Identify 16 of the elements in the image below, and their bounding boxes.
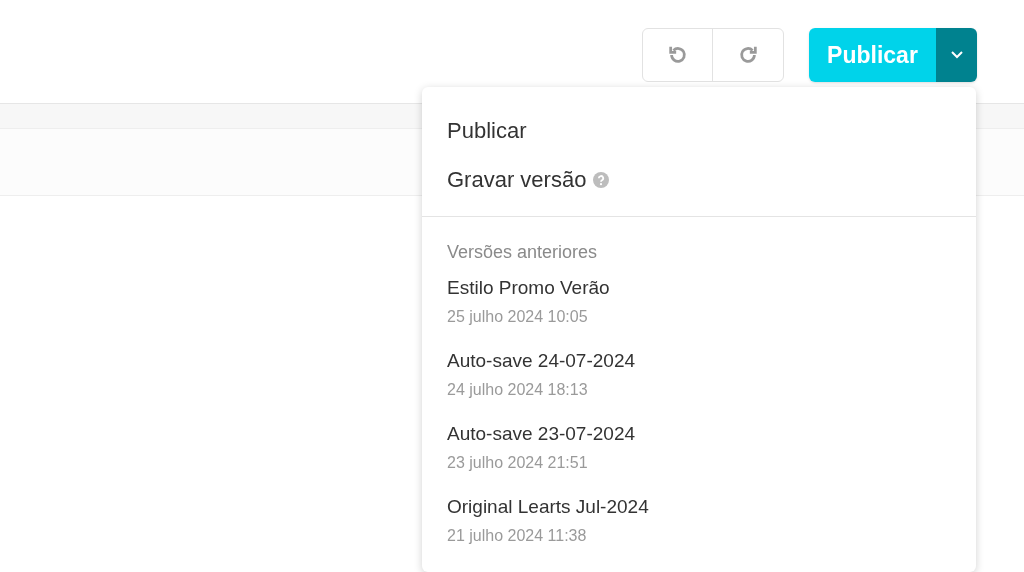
version-date: 23 julho 2024 21:51: [447, 453, 588, 473]
version-date: 24 julho 2024 18:13: [447, 380, 588, 400]
redo-icon: [737, 44, 759, 66]
section-title: Versões anteriores: [446, 241, 599, 264]
chevron-down-icon: [950, 51, 963, 59]
version-name[interactable]: Original Learts Jul-2024: [447, 494, 649, 520]
menu-item[interactable]: Publicar: [422, 106, 976, 155]
version-name[interactable]: Estilo Promo Verão: [447, 275, 610, 301]
menu-item[interactable]: Gravar versão: [422, 155, 976, 204]
help-icon[interactable]: [593, 171, 610, 188]
undo-icon: [666, 44, 689, 66]
version-name[interactable]: Auto-save 24-07-2024: [447, 348, 635, 374]
version-name[interactable]: Auto-save 23-07-2024: [447, 421, 635, 447]
version-date: 21 julho 2024 11:38: [447, 526, 587, 546]
publish-options-button[interactable]: [936, 28, 977, 82]
version-date: 25 julho 2024 10:05: [447, 307, 588, 327]
